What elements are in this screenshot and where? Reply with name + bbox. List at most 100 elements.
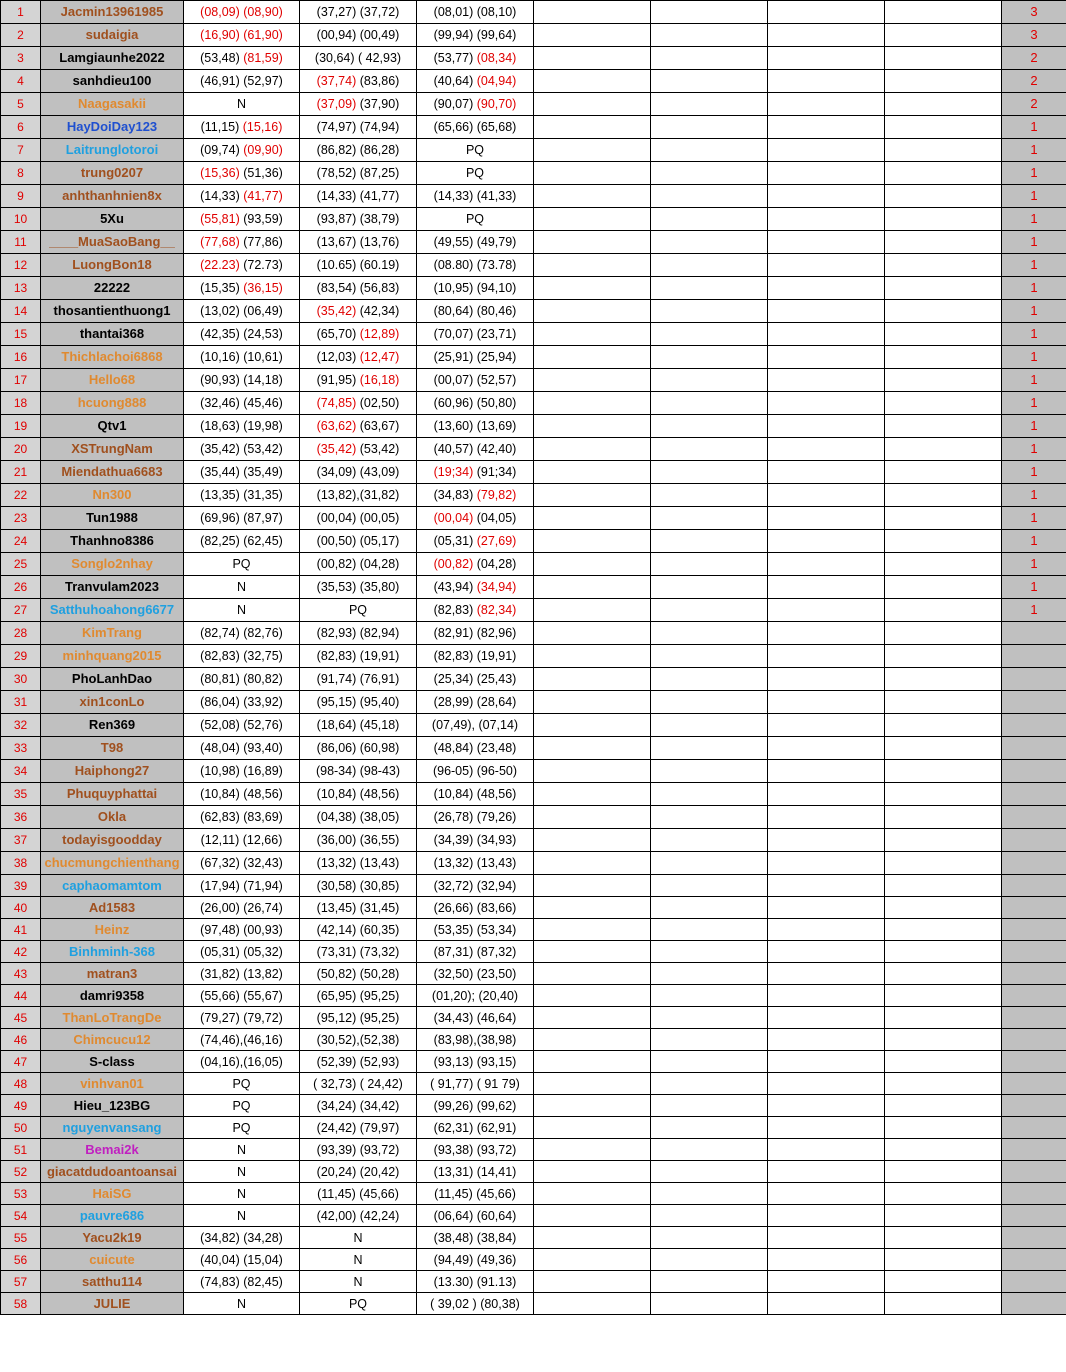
table-row: 13 22222 (15,35) (36,15) (83,54) (56,83) (10… (0, 276, 1066, 300)
prediction-cell-2: (83,54) (56,83) (299, 276, 417, 300)
prediction-value: (87,31) (87,32) (433, 944, 517, 959)
prediction-cell-1: (74,83) (82,45) (183, 1270, 300, 1293)
empty-cell (884, 805, 1002, 829)
prediction-value: (05,31) (433, 534, 477, 548)
prediction-cell-1: (82,83) (32,75) (183, 644, 300, 668)
row-number: 39 (0, 874, 41, 897)
prediction-value: (26,66) (83,66) (433, 900, 517, 915)
hit-count: 1 (1001, 184, 1066, 208)
prediction-cell-3: (49,55) (49,79) (416, 230, 534, 254)
hit-count: 3 (1001, 0, 1066, 24)
prediction-cell-2: (35,42) (53,42) (299, 437, 417, 461)
prediction-value: (52,08) (52,76) (200, 718, 283, 732)
player-name: JULIE (40, 1292, 184, 1315)
prediction-value: (40,64) (433, 74, 477, 88)
hit-count (1001, 1050, 1066, 1073)
prediction-value: (72.73) (239, 258, 283, 272)
hit-count: 1 (1001, 276, 1066, 300)
prediction-value: (95,15) (95,40) (316, 695, 400, 709)
prediction-cell-3: (43,94) (34,94) (416, 575, 534, 599)
prediction-value: (35,42) (53,42) (200, 442, 283, 456)
row-number: 10 (0, 207, 41, 231)
prediction-cell-2: (18,64) (45,18) (299, 713, 417, 737)
prediction-value: (86,04) (33,92) (200, 695, 283, 709)
prediction-value: (98-34) (98-43) (315, 764, 401, 778)
empty-cell (767, 759, 885, 783)
empty-cell (533, 713, 651, 737)
prediction-cell-2: PQ (299, 1292, 417, 1315)
prediction-value: N (236, 1208, 247, 1223)
prediction-value: (30,58) (30,85) (316, 878, 400, 893)
empty-cell (884, 46, 1002, 70)
prediction-cell-1: (79,27) (79,72) (183, 1006, 300, 1029)
row-number: 46 (0, 1028, 41, 1051)
prediction-cell-1: (55,81) (93,59) (183, 207, 300, 231)
prediction-cell-1: PQ (183, 1116, 300, 1139)
prediction-cell-2: (91,74) (76,91) (299, 667, 417, 691)
prediction-cell-2: (35,42) (42,34) (299, 299, 417, 323)
empty-cell (533, 984, 651, 1007)
row-number: 27 (0, 598, 41, 622)
empty-cell (767, 1116, 885, 1139)
prediction-value: N (236, 1142, 247, 1157)
table-row: 53 HaiSG N (11,45) (45,66) (11,45) (45,66) (0, 1182, 1066, 1205)
empty-cell (884, 1050, 1002, 1073)
empty-cell (767, 23, 885, 47)
prediction-value: (02,50) (356, 396, 400, 410)
hit-count (1001, 918, 1066, 941)
hit-count (1001, 1182, 1066, 1205)
prediction-value: (74,83) (82,45) (200, 1274, 283, 1289)
prediction-value: (09,90) (243, 143, 283, 157)
row-number: 4 (0, 69, 41, 93)
empty-cell (884, 644, 1002, 668)
empty-cell (884, 598, 1002, 622)
prediction-cell-3: (13,60) (13,69) (416, 414, 534, 438)
prediction-cell-1: (04,16),(16,05) (183, 1050, 300, 1073)
prediction-value: (93,38) (93,72) (433, 1142, 517, 1157)
table-row: 56 cuicute (40,04) (15,04) N (94,49) (49,36) (0, 1248, 1066, 1271)
prediction-cell-3: (38,48) (38,84) (416, 1226, 534, 1249)
prediction-cell-1: (11,15) (15,16) (183, 115, 300, 139)
table-row: 54 pauvre686 N (42,00) (42,24) (06,64) (60,6… (0, 1204, 1066, 1227)
table-row: 16 Thichlachoi6868 (10,16) (10,61) (12,03) … (0, 345, 1066, 369)
prediction-value: PQ (232, 1120, 251, 1135)
prediction-value: (34,83) (433, 488, 477, 502)
table-row: 40 Ad1583 (26,00) (26,74) (13,45) (31,45) (2… (0, 896, 1066, 919)
row-number: 37 (0, 828, 41, 852)
results-table: 1 Jacmin13961985 (08,09) (08,90) (37,27) (3… (0, 0, 1066, 1315)
player-name: satthu114 (40, 1270, 184, 1293)
prediction-cell-3: (10,84) (48,56) (416, 782, 534, 806)
empty-cell (533, 506, 651, 530)
empty-cell (767, 276, 885, 300)
table-row: 1 Jacmin13961985 (08,09) (08,90) (37,27) (3… (0, 0, 1066, 24)
prediction-cell-1: N (183, 1138, 300, 1161)
empty-cell (533, 69, 651, 93)
empty-cell (884, 1204, 1002, 1227)
empty-cell (533, 621, 651, 645)
prediction-cell-1: PQ (183, 552, 300, 576)
table-row: 2 sudaigia (16,90) (61,90) (00,94) (00,49) (… (0, 23, 1066, 47)
prediction-value: (38,48) (38,84) (433, 1230, 517, 1245)
player-name: hcuong888 (40, 391, 184, 415)
prediction-cell-2: (82,93) (82,94) (299, 621, 417, 645)
empty-cell (650, 896, 768, 919)
empty-cell (767, 437, 885, 461)
player-name: xin1conLo (40, 690, 184, 714)
empty-cell (767, 896, 885, 919)
table-row: 55 Yacu2k19 (34,82) (34,28) N (38,48) (38,84… (0, 1226, 1066, 1249)
hit-count: 1 (1001, 322, 1066, 346)
table-row: 17 Hello68 (90,93) (14,18) (91,95) (16,18)(… (0, 368, 1066, 392)
empty-cell (884, 667, 1002, 691)
hit-count (1001, 805, 1066, 829)
table-row: 25 Songlo2nhay PQ (00,82) (04,28) (00,82) (0… (0, 552, 1066, 576)
empty-cell (884, 552, 1002, 576)
hit-count (1001, 1028, 1066, 1051)
hit-count: 2 (1001, 92, 1066, 116)
prediction-cell-1: PQ (183, 1094, 300, 1117)
prediction-value: (13,67) (13,76) (316, 235, 400, 249)
prediction-cell-2: (12,03) (12,47) (299, 345, 417, 369)
empty-cell (650, 276, 768, 300)
prediction-value: (50,82) (50,28) (316, 966, 400, 981)
prediction-cell-2: (24,42) (79,97) (299, 1116, 417, 1139)
prediction-cell-1: (13,35) (31,35) (183, 483, 300, 507)
